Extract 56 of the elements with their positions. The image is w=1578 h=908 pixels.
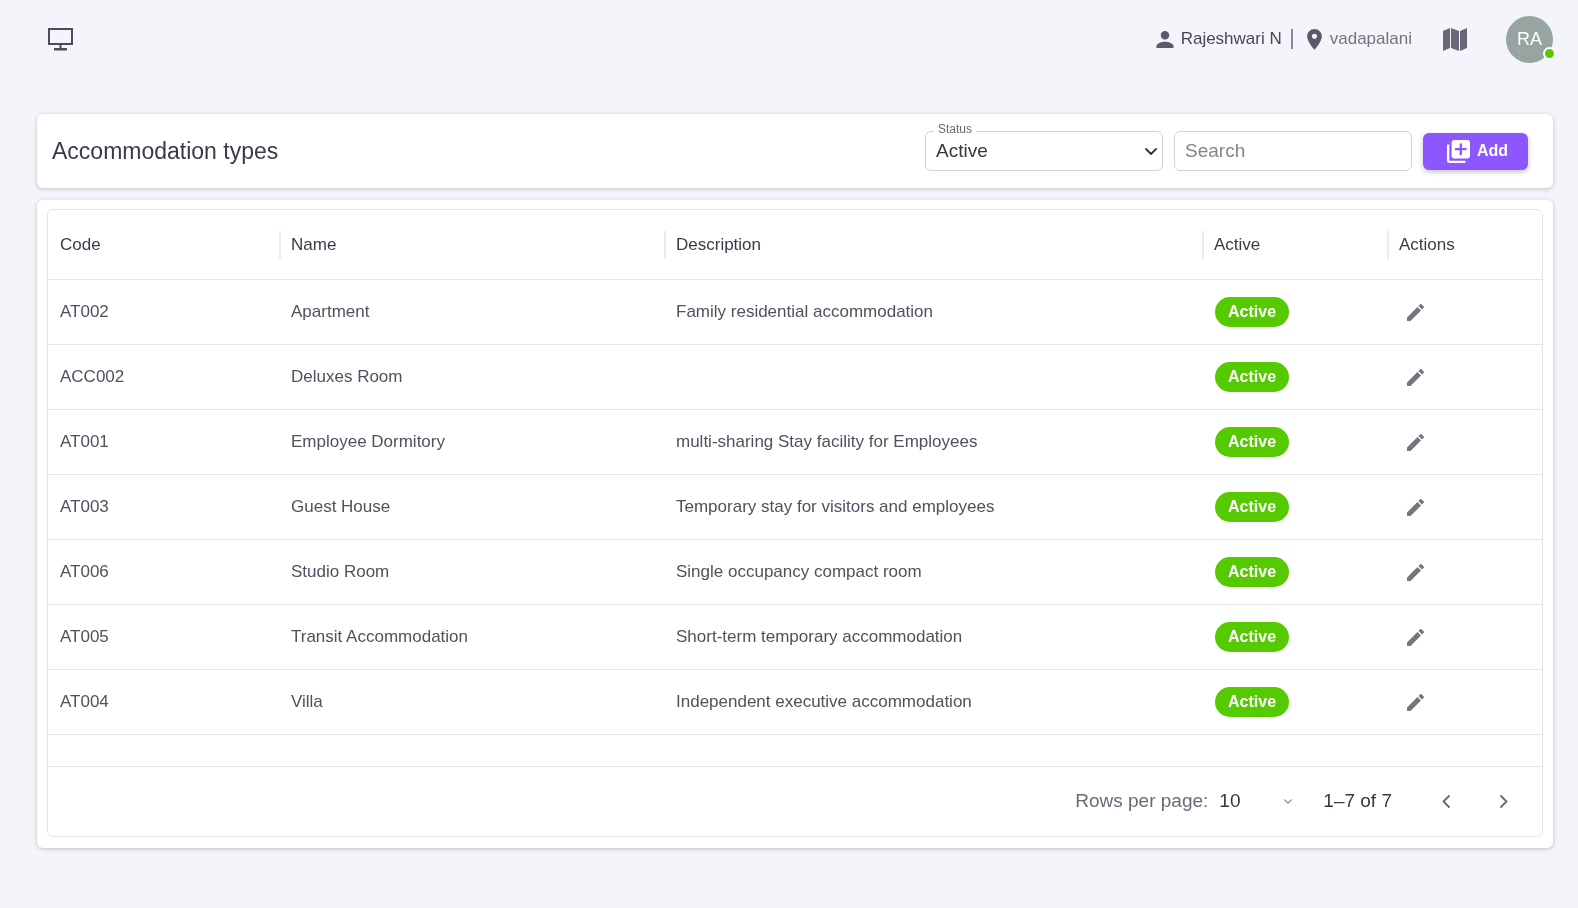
map-icon[interactable] — [1443, 27, 1467, 51]
pencil-icon — [1407, 368, 1424, 386]
status-badge: Active — [1215, 427, 1290, 457]
add-stack-icon — [1447, 139, 1470, 163]
table-cell-text: ACC002 — [60, 366, 125, 389]
table-cell-text: Deluxes Room — [291, 366, 403, 389]
page-title: Accommodation types — [52, 136, 279, 166]
table-cell-text: Short-term temporary accommodation — [676, 626, 963, 649]
table-cell-text: Villa — [291, 691, 323, 714]
status-badge: Active — [1215, 687, 1290, 717]
chevron-right-icon — [1500, 795, 1508, 808]
table-cell-text: Family residential accommodation — [676, 301, 933, 324]
table-cell-text: Guest House — [291, 496, 391, 519]
monitor-icon[interactable] — [48, 27, 73, 51]
rows-per-page-label: Rows per page: — [1075, 789, 1209, 814]
add-button[interactable]: Add — [1423, 132, 1528, 170]
table-cell-text: Temporary stay for visitors and employees — [676, 496, 995, 519]
status-badge: Active — [1215, 492, 1290, 522]
search-field[interactable]: Search — [1174, 131, 1412, 171]
pencil-icon — [1407, 563, 1424, 581]
column-header: Name — [291, 233, 337, 256]
table-cell-text: AT005 — [60, 626, 109, 649]
table-cell-text: Employee Dormitory — [291, 431, 445, 454]
table-cell-text: Single occupancy compact room — [676, 561, 922, 584]
table-cell-text: Transit Accommodation — [291, 626, 468, 649]
column-header: Active — [1214, 233, 1261, 256]
user-name: Rajeshwari N — [1180, 28, 1282, 51]
status-badge: Active — [1215, 297, 1290, 327]
chevron-down-icon — [1145, 147, 1157, 155]
table-cell-text: AT004 — [60, 691, 109, 714]
column-header: Code — [60, 233, 101, 256]
pencil-icon — [1407, 498, 1424, 516]
table-cell-text: Apartment — [291, 301, 370, 324]
pencil-icon — [1407, 433, 1424, 451]
pencil-icon — [1407, 693, 1424, 711]
table-cell-text: AT006 — [60, 561, 109, 584]
status-badge: Active — [1215, 557, 1290, 587]
table-cell-text: AT002 — [60, 301, 109, 324]
table-cell-text: AT001 — [60, 431, 109, 454]
status-badge: Active — [1215, 362, 1290, 392]
location-pin-icon — [1306, 28, 1322, 50]
table-cell-text: Independent executive accommodation — [676, 691, 972, 714]
column-header: Actions — [1399, 233, 1455, 256]
page-range: 1–7 of 7 — [1323, 789, 1392, 814]
chevron-down-icon — [1284, 799, 1293, 804]
table-cell-text: multi-sharing Stay facility for Employees — [676, 431, 978, 454]
pencil-icon — [1407, 628, 1424, 646]
status-badge: Active — [1215, 622, 1290, 652]
person-icon — [1155, 30, 1174, 48]
location-name: vadapalani — [1329, 28, 1412, 51]
table-cell-text: AT003 — [60, 496, 109, 519]
pencil-icon — [1407, 303, 1424, 321]
column-header: Description — [676, 233, 762, 256]
chevron-left-icon — [1442, 795, 1450, 808]
table-cell-text: Studio Room — [291, 561, 390, 584]
rows-per-page-select[interactable]: 10 — [1216, 787, 1299, 816]
